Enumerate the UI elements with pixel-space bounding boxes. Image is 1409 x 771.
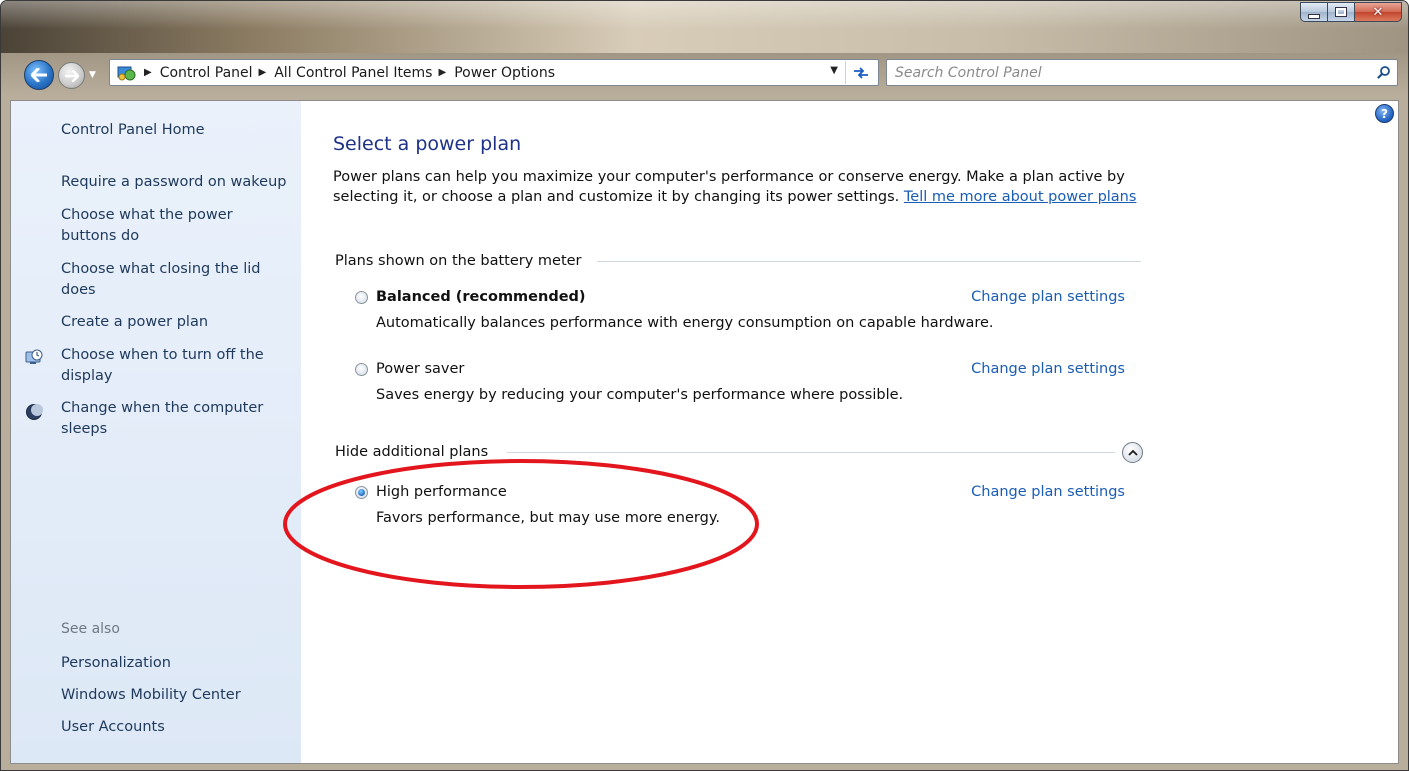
search-button[interactable] [1375, 63, 1393, 81]
navigation-bar: ▼ ▶ Control Panel ▶ All Control Panel It… [1, 53, 1408, 95]
breadcrumb-all-items[interactable]: All Control Panel Items [274, 65, 432, 81]
breadcrumb-control-panel[interactable]: Control Panel [160, 65, 253, 81]
title-bar-sheen [1, 1, 1408, 29]
address-history-dropdown[interactable]: ▼ [830, 65, 838, 76]
search-input[interactable] [895, 63, 1355, 82]
sidebar: Control Panel Home Require a password on… [11, 101, 301, 763]
sidebar-link-create-plan[interactable]: Create a power plan [61, 312, 297, 333]
see-also-mobility-center[interactable]: Windows Mobility Center [61, 685, 291, 706]
arrow-left-icon [31, 68, 47, 82]
help-icon[interactable]: ? [1375, 104, 1394, 123]
plan-power-saver-change-settings-link[interactable]: Change plan settings [971, 361, 1125, 377]
forward-button[interactable] [58, 62, 85, 89]
maximize-icon [1335, 7, 1347, 17]
refresh-icon [854, 66, 868, 79]
see-also-user-accounts[interactable]: User Accounts [61, 717, 291, 738]
sidebar-link-turn-off-display[interactable]: Choose when to turn off the display [61, 345, 287, 387]
sidebar-home-link[interactable]: Control Panel Home [61, 120, 291, 141]
refresh-button[interactable] [845, 61, 876, 84]
control-panel-icon [114, 63, 138, 83]
window: ✕ ▼ ▶ Control Panel ▶ All Control Panel … [0, 0, 1409, 771]
plan-power-saver-radio-row[interactable]: Power saver [355, 361, 464, 377]
moon-icon [25, 403, 43, 421]
monitor-clock-icon [25, 349, 43, 367]
intro-text: Power plans can help you maximize your c… [333, 167, 1163, 207]
tell-me-more-link[interactable]: Tell me more about power plans [904, 189, 1137, 205]
minimize-button[interactable] [1300, 2, 1328, 22]
plan-high-performance-change-settings-link[interactable]: Change plan settings [971, 484, 1125, 500]
breadcrumb: Control Panel ▶ All Control Panel Items … [160, 65, 555, 81]
plan-balanced-change-settings-link[interactable]: Change plan settings [971, 289, 1125, 305]
chevron-up-icon [1127, 449, 1138, 456]
plan-balanced-radio[interactable] [355, 290, 368, 304]
search-box [886, 59, 1398, 86]
sidebar-link-password-wakeup[interactable]: Require a password on wakeup [61, 172, 297, 193]
close-button[interactable]: ✕ [1355, 2, 1402, 22]
address-bar[interactable]: ▶ Control Panel ▶ All Control Panel Item… [109, 59, 879, 86]
sidebar-link-closing-lid[interactable]: Choose what closing the lid does [61, 259, 276, 301]
sidebar-link-power-buttons[interactable]: Choose what the power buttons do [61, 205, 257, 247]
breadcrumb-power-options[interactable]: Power Options [454, 65, 555, 81]
group-divider [597, 261, 1141, 262]
main-panel: ? Select a power plan Power plans can he… [301, 101, 1398, 763]
back-button[interactable] [24, 60, 54, 90]
plan-power-saver-name[interactable]: Power saver [376, 361, 464, 377]
plan-power-saver-description: Saves energy by reducing your computer's… [376, 387, 904, 403]
breadcrumb-separator[interactable]: ▶ [259, 67, 267, 78]
see-also-personalization[interactable]: Personalization [61, 653, 291, 674]
see-also-heading: See also [61, 621, 120, 637]
arrow-right-icon [64, 69, 79, 82]
minimize-icon [1308, 13, 1320, 19]
recent-pages-dropdown[interactable]: ▼ [89, 70, 99, 80]
plan-balanced-name[interactable]: Balanced (recommended) [376, 289, 586, 305]
sidebar-link-computer-sleeps[interactable]: Change when the computer sleeps [61, 398, 287, 440]
annotation-ellipse [283, 459, 759, 589]
breadcrumb-separator: ▶ [144, 67, 152, 78]
window-controls: ✕ [1300, 2, 1402, 22]
group-divider [507, 452, 1115, 453]
close-icon: ✕ [1372, 4, 1384, 20]
search-icon [1377, 66, 1390, 79]
content-area: Control Panel Home Require a password on… [10, 100, 1399, 764]
title-bar[interactable]: ✕ [1, 1, 1408, 53]
battery-meter-group-label: Plans shown on the battery meter [335, 253, 582, 269]
plan-balanced-description: Automatically balances performance with … [376, 315, 994, 331]
collapse-additional-plans-button[interactable] [1122, 442, 1143, 463]
breadcrumb-separator[interactable]: ▶ [438, 67, 446, 78]
page-title: Select a power plan [333, 133, 522, 155]
plan-balanced-radio-row[interactable]: Balanced (recommended) [355, 289, 586, 305]
plan-power-saver-radio[interactable] [355, 362, 368, 376]
maximize-button[interactable] [1328, 2, 1355, 22]
